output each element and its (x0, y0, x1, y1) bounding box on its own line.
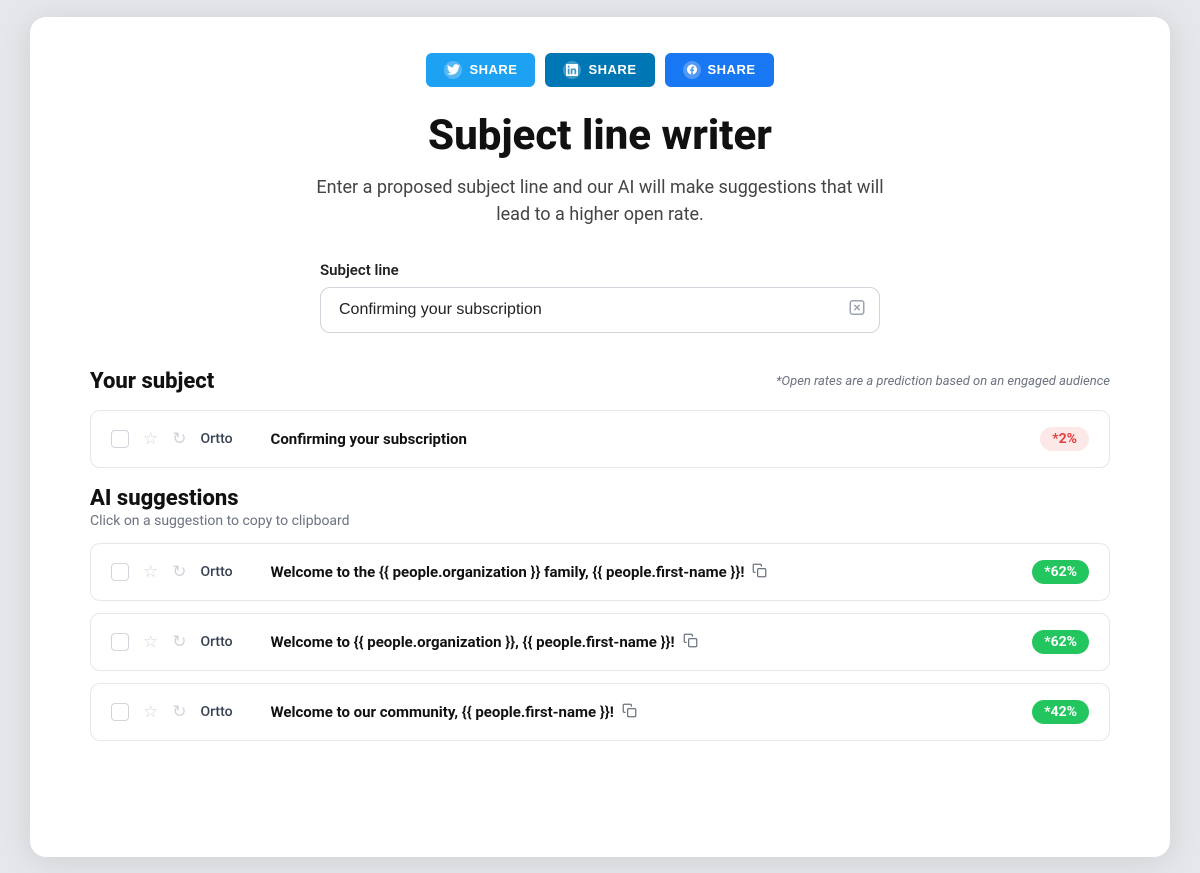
suggestion-1-loop-icon[interactable]: ↻ (172, 562, 186, 582)
twitter-share-label: SHARE (469, 62, 517, 77)
twitter-share-button[interactable]: SHARE (426, 53, 535, 87)
subject-row-text: Confirming your subscription (271, 430, 1027, 448)
subject-line-input-wrap (320, 287, 880, 333)
subject-line-label: Subject line (320, 261, 399, 279)
suggestion-3-checkbox[interactable] (111, 703, 129, 721)
suggestion-3-copy-icon[interactable] (622, 703, 637, 722)
twitter-icon (444, 61, 462, 79)
suggestion-3-badge: *42% (1032, 700, 1089, 724)
suggestion-3-star-icon[interactable]: ☆ (143, 702, 158, 722)
facebook-share-button[interactable]: SHARE (665, 53, 774, 87)
subject-row-star-icon[interactable]: ☆ (143, 429, 158, 449)
suggestion-3-subject: Welcome to our community, {{ people.firs… (271, 703, 1019, 722)
suggestion-2-copy-icon[interactable] (683, 633, 698, 652)
linkedin-share-label: SHARE (588, 62, 636, 77)
suggestion-3-sender: Ortto (201, 704, 257, 720)
suggestion-1-subject: Welcome to the {{ people.organization }}… (271, 563, 1019, 582)
subject-row-badge: *2% (1040, 427, 1089, 451)
suggestion-1-copy-icon[interactable] (752, 563, 767, 582)
suggestion-1-sender: Ortto (201, 564, 257, 580)
input-clear-icon[interactable] (848, 299, 866, 322)
suggestion-2-loop-icon[interactable]: ↻ (172, 632, 186, 652)
suggestion-3-loop-icon[interactable]: ↻ (172, 702, 186, 722)
page-title: Subject line writer (90, 111, 1110, 160)
your-subject-header: Your subject *Open rates are a predictio… (90, 369, 1110, 394)
suggestion-2-checkbox[interactable] (111, 633, 129, 651)
your-subject-section: Your subject *Open rates are a predictio… (90, 369, 1110, 468)
linkedin-share-button[interactable]: SHARE (545, 53, 654, 87)
suggestion-1-checkbox[interactable] (111, 563, 129, 581)
suggestion-2-sender: Ortto (201, 634, 257, 650)
facebook-share-label: SHARE (708, 62, 756, 77)
ai-suggestions-hint: Click on a suggestion to copy to clipboa… (90, 513, 1110, 529)
suggestion-1-badge: *62% (1032, 560, 1089, 584)
suggestion-row-2[interactable]: ☆ ↻ Ortto Welcome to {{ people.organizat… (90, 613, 1110, 671)
subject-row-loop-icon[interactable]: ↻ (172, 429, 186, 449)
open-rates-note: *Open rates are a prediction based on an… (776, 374, 1110, 389)
suggestion-1-star-icon[interactable]: ☆ (143, 562, 158, 582)
suggestion-2-star-icon[interactable]: ☆ (143, 632, 158, 652)
ai-suggestions-section: AI suggestions Click on a suggestion to … (90, 486, 1110, 741)
subject-row-checkbox[interactable] (111, 430, 129, 448)
suggestion-2-subject: Welcome to {{ people.organization }}, {{… (271, 633, 1019, 652)
main-card: SHARE SHARE SHARE Subject line writer En… (30, 17, 1170, 857)
subject-line-input[interactable] (320, 287, 880, 333)
subject-row-sender: Ortto (201, 431, 257, 447)
suggestion-2-badge: *62% (1032, 630, 1089, 654)
suggestion-row-1[interactable]: ☆ ↻ Ortto Welcome to the {{ people.organ… (90, 543, 1110, 601)
your-subject-title: Your subject (90, 369, 214, 394)
linkedin-icon (563, 61, 581, 79)
facebook-icon (683, 61, 701, 79)
your-subject-row[interactable]: ☆ ↻ Ortto Confirming your subscription *… (90, 410, 1110, 468)
suggestion-row-3[interactable]: ☆ ↻ Ortto Welcome to our community, {{ p… (90, 683, 1110, 741)
subject-line-section: Subject line (90, 261, 1110, 333)
ai-suggestions-title: AI suggestions (90, 486, 239, 511)
page-subtitle: Enter a proposed subject line and our AI… (90, 174, 1110, 230)
share-buttons-row: SHARE SHARE SHARE (90, 53, 1110, 87)
